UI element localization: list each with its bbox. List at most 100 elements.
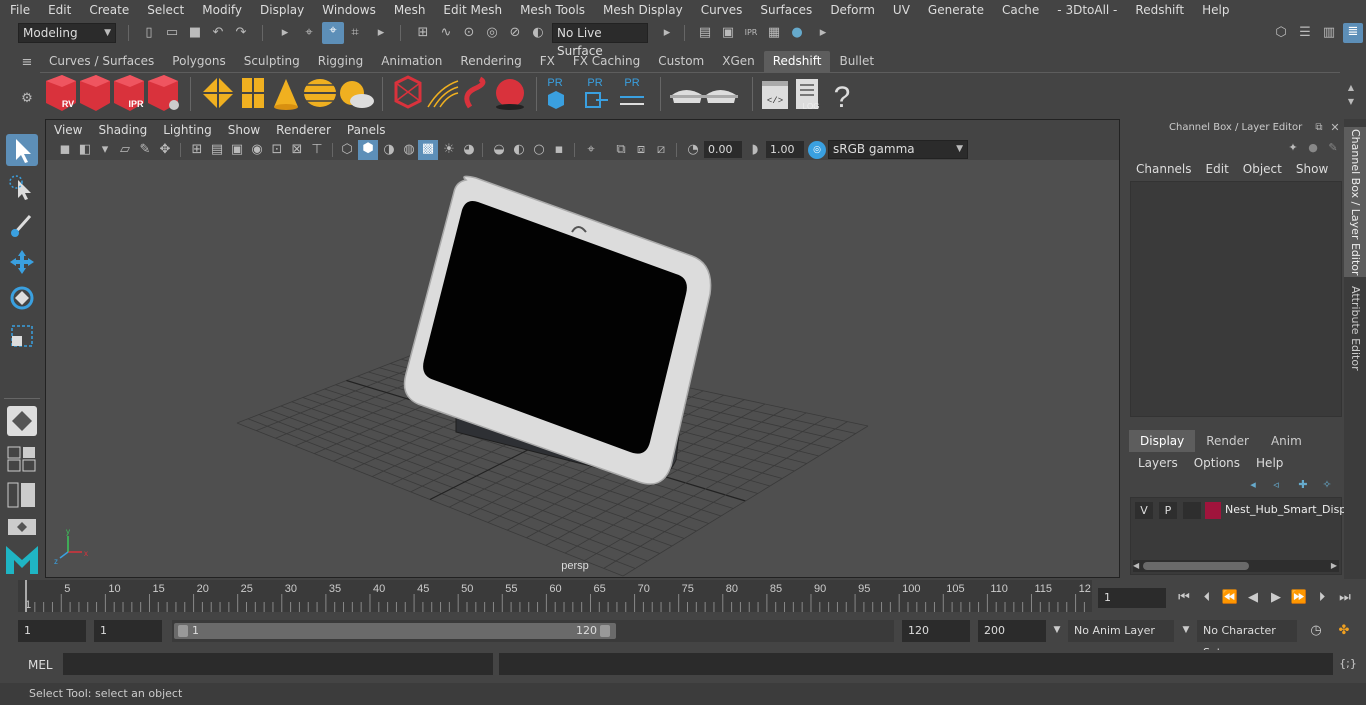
channel-box-option-icon[interactable]: ✦: [1284, 139, 1302, 157]
ipr-render-icon[interactable]: IPR: [742, 24, 760, 42]
redo-icon[interactable]: ↷: [232, 24, 250, 42]
ambient-occlusion-icon[interactable]: ◕: [460, 141, 478, 159]
shelf-settings-icon[interactable]: ⚙: [18, 90, 36, 108]
menu-mesh-display[interactable]: Mesh Display: [593, 3, 691, 17]
layer-menu-help[interactable]: Help: [1248, 456, 1291, 470]
step-forward-key-icon[interactable]: ⏩: [1289, 588, 1309, 608]
attribute-editor-icon[interactable]: ☰: [1296, 24, 1314, 42]
rs-material-icon[interactable]: [670, 90, 704, 103]
camera-attributes-icon[interactable]: ◧: [76, 141, 94, 159]
close-icon[interactable]: ✕: [1326, 119, 1344, 137]
move-tool-button[interactable]: [6, 246, 38, 278]
modeling-toolkit-icon[interactable]: ⬡: [1272, 24, 1290, 42]
layer-tab-display[interactable]: Display: [1129, 430, 1196, 452]
viewport-menu-lighting[interactable]: Lighting: [155, 123, 220, 137]
shelf-tab-rendering[interactable]: Rendering: [451, 51, 530, 72]
range-start-handle[interactable]: [178, 625, 188, 637]
command-input[interactable]: [63, 653, 493, 675]
camera-icon[interactable]: ◼: [56, 141, 74, 159]
menu-uv[interactable]: UV: [883, 3, 918, 17]
menu-file[interactable]: File: [0, 3, 38, 17]
layer-tab-render[interactable]: Render: [1195, 430, 1260, 452]
step-back-frame-icon[interactable]: ⏴: [1197, 588, 1217, 608]
shelf-tab-fx[interactable]: FX: [531, 51, 564, 72]
menu-more-icon[interactable]: ▸: [658, 24, 676, 42]
character-set-field[interactable]: No Character Set: [1197, 620, 1297, 659]
playback-end-field[interactable]: 120: [902, 620, 970, 642]
xray-active-icon[interactable]: ⧈: [632, 141, 650, 159]
layer-menu-options[interactable]: Options: [1186, 456, 1248, 470]
script-editor-icon[interactable]: </>: [762, 81, 788, 109]
rs-sun-sky-icon[interactable]: [340, 81, 374, 108]
hierarchy-icon[interactable]: ▸: [276, 24, 294, 42]
select-hierarchy-icon[interactable]: ⌖: [300, 24, 318, 42]
save-scene-icon[interactable]: ■: [186, 24, 204, 42]
select-object-icon[interactable]: ⌖: [322, 22, 344, 44]
motion-blur-icon[interactable]: ◒: [490, 141, 508, 159]
time-ruler[interactable]: 1 5 10 15 20 25 30 35 40 45 50 55 60 65 70 75 80 85 90 95 10…: [18, 580, 1092, 612]
gamma-icon[interactable]: ◗: [746, 141, 764, 159]
menu-windows[interactable]: Windows: [312, 3, 384, 17]
menu-curves[interactable]: Curves: [691, 3, 751, 17]
step-back-key-icon[interactable]: ⏪: [1220, 588, 1240, 608]
bookmark-icon[interactable]: ▾: [96, 141, 114, 159]
menu-deform[interactable]: Deform: [820, 3, 883, 17]
snap-surface-icon[interactable]: ⊘: [506, 24, 524, 42]
menu-help[interactable]: Help: [1192, 3, 1237, 17]
channel-box-menu-show[interactable]: Show: [1290, 162, 1336, 176]
render-settings-icon[interactable]: [148, 75, 179, 111]
shelf-tab-fx-caching[interactable]: FX Caching: [564, 51, 649, 72]
layer-display-type-toggle[interactable]: [1183, 502, 1201, 519]
scrollbar-thumb[interactable]: [1143, 562, 1249, 570]
shelf-tab-curves-surfaces[interactable]: Curves / Surfaces: [40, 51, 163, 72]
side-tab-attribute-editor[interactable]: Attribute Editor: [1344, 285, 1366, 371]
menu-create[interactable]: Create: [79, 3, 137, 17]
channel-box-menu-channels[interactable]: Channels: [1130, 162, 1200, 176]
shelf-scroll-down-icon[interactable]: ▼: [1342, 93, 1360, 111]
channel-box-menu-object[interactable]: Object: [1237, 162, 1290, 176]
smooth-shade-icon[interactable]: ⬢: [358, 140, 378, 160]
color-management-icon[interactable]: ◎: [808, 141, 826, 159]
field-chart-icon[interactable]: ⊡: [268, 141, 286, 159]
channel-box-list[interactable]: [1130, 181, 1342, 417]
script-editor-icon[interactable]: {;}: [1338, 654, 1358, 674]
viewport-menu-show[interactable]: Show: [220, 123, 268, 137]
four-view-button[interactable]: [7, 446, 37, 472]
range-end-handle[interactable]: [600, 625, 610, 637]
undo-icon[interactable]: ↶: [209, 24, 227, 42]
batch-render-icon[interactable]: [80, 75, 110, 111]
move-layer-up-icon[interactable]: ◂: [1244, 476, 1262, 494]
xray-icon[interactable]: ▪: [550, 141, 568, 159]
layer-menu-layers[interactable]: Layers: [1130, 456, 1186, 470]
viewport-menu-panels[interactable]: Panels: [339, 123, 394, 137]
layer-tab-anim[interactable]: Anim: [1260, 430, 1313, 452]
render-frame-icon[interactable]: ▣: [719, 24, 737, 42]
go-to-end-icon[interactable]: ⏭: [1335, 588, 1355, 608]
rs-material-2-icon[interactable]: [704, 90, 738, 103]
menu-edit-mesh[interactable]: Edit Mesh: [433, 3, 510, 17]
shelf-menu-icon[interactable]: ≡: [18, 54, 36, 72]
select-tool-button[interactable]: [6, 134, 38, 166]
menu-3dtoall[interactable]: - 3DtoAll -: [1047, 3, 1125, 17]
shelf-tab-xgen[interactable]: XGen: [713, 51, 764, 72]
pr-box-icon[interactable]: PR: [547, 77, 564, 109]
wireframe-on-shaded-icon[interactable]: ◑: [380, 141, 398, 159]
scroll-left-icon[interactable]: ◀: [1133, 560, 1139, 572]
shelf-tab-custom[interactable]: Custom: [649, 51, 713, 72]
channel-box-menu-edit[interactable]: Edit: [1200, 162, 1237, 176]
move-layer-down-icon[interactable]: ◃: [1267, 476, 1285, 494]
playback-start-field[interactable]: 1: [94, 620, 162, 642]
tool-settings-icon[interactable]: ▥: [1320, 24, 1338, 42]
xray-joints-icon[interactable]: ⧉: [612, 141, 630, 159]
menu-generate[interactable]: Generate: [918, 3, 992, 17]
start-time-field[interactable]: 1: [18, 620, 86, 642]
script-language-toggle[interactable]: MEL: [28, 658, 53, 672]
rs-dome-light-icon[interactable]: [304, 79, 336, 107]
exposure-icon[interactable]: ◔: [684, 141, 702, 159]
mode-dropdown[interactable]: Modeling ▼: [18, 23, 116, 43]
channel-box-toggle-icon[interactable]: ●: [1304, 139, 1322, 157]
channel-box-toggle-2-icon[interactable]: ✎: [1324, 139, 1342, 157]
graph-view-button[interactable]: [7, 518, 37, 536]
shelf-tab-rigging[interactable]: Rigging: [309, 51, 372, 72]
menu-mesh-tools[interactable]: Mesh Tools: [510, 3, 593, 17]
